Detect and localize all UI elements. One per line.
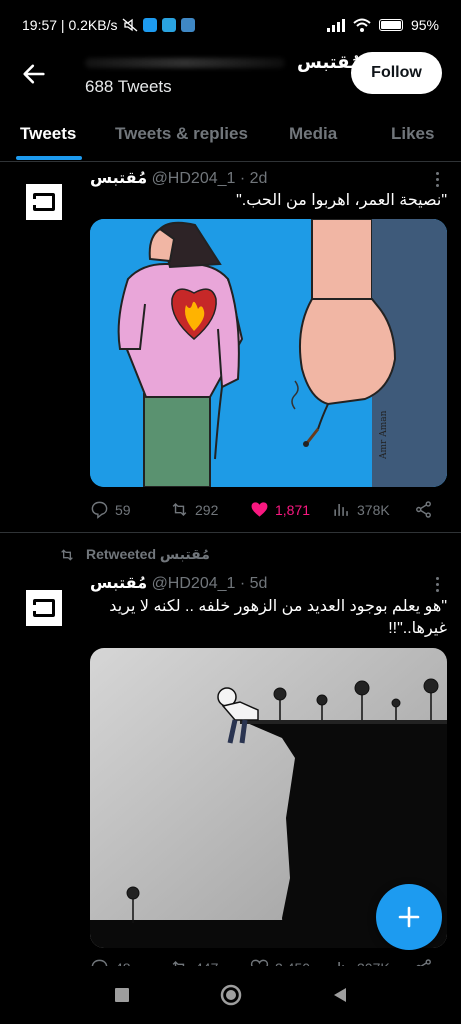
tab-tweets[interactable]: Tweets bbox=[20, 124, 76, 144]
tweet[interactable]: مُقتبس @HD204_1 · 2d "نصيحة العمر، اهربو… bbox=[0, 162, 461, 532]
views-count: 378K bbox=[357, 501, 390, 518]
tweet-author-name[interactable]: مُقتبس bbox=[90, 575, 147, 592]
avatar[interactable] bbox=[26, 184, 62, 220]
system-navigation-bar bbox=[0, 966, 461, 1024]
follow-button[interactable]: Follow bbox=[351, 52, 442, 94]
status-time-speed: 19:57 | 0.2KB/s bbox=[22, 17, 118, 33]
active-tab-indicator bbox=[16, 156, 82, 160]
retweeted-label[interactable]: Retweeted مُقتبس bbox=[86, 546, 210, 563]
tab-likes[interactable]: Likes bbox=[391, 124, 434, 144]
battery-level: 95% bbox=[410, 17, 439, 33]
tweet-image[interactable]: Amr Aman bbox=[90, 219, 447, 487]
app-notification-icon bbox=[181, 18, 196, 32]
profile-tabs: Tweets Tweets & replies Media Likes bbox=[0, 108, 461, 162]
tab-media[interactable]: Media bbox=[289, 124, 337, 144]
back-nav-icon[interactable] bbox=[332, 987, 348, 1003]
heart-filled-icon bbox=[251, 502, 268, 517]
reply-count: 59 bbox=[115, 501, 131, 518]
compose-tweet-button[interactable] bbox=[376, 884, 442, 950]
tweet-author-name[interactable]: مُقتبس bbox=[90, 170, 147, 187]
telegram-notification-icon bbox=[162, 18, 177, 32]
like-count: 1,871 bbox=[275, 501, 311, 518]
tweet-meta: مُقتبس @HD204_1 · 5d bbox=[90, 573, 267, 593]
tweet-actions: 59 292 1,871 378K bbox=[90, 500, 440, 519]
profile-header: مُقتبس 688 Tweets Follow bbox=[0, 50, 461, 108]
meta-separator: · bbox=[239, 575, 246, 592]
tweet-time: 5d bbox=[249, 575, 268, 592]
retweeted-indicator: Retweeted مُقتبس bbox=[58, 546, 210, 563]
views-icon bbox=[334, 503, 348, 516]
avatar[interactable] bbox=[26, 590, 62, 626]
image-signature: Amr Aman bbox=[379, 410, 389, 460]
signal-icon bbox=[326, 18, 345, 32]
status-bar: 19:57 | 0.2KB/s 95% bbox=[0, 0, 461, 50]
mute-icon bbox=[123, 18, 138, 32]
retweet-small-icon bbox=[61, 548, 73, 561]
share-button[interactable] bbox=[414, 500, 433, 519]
home-icon[interactable] bbox=[220, 984, 242, 1006]
tweet-handle: @HD204_1 bbox=[151, 170, 236, 187]
reply-icon bbox=[91, 501, 108, 519]
share-icon bbox=[416, 501, 431, 518]
tweet-handle: @HD204_1 bbox=[151, 575, 236, 592]
meta-separator: · bbox=[239, 170, 246, 187]
tab-tweets-replies[interactable]: Tweets & replies bbox=[115, 124, 248, 144]
more-options-icon[interactable] bbox=[435, 577, 439, 595]
like-button[interactable]: 1,871 bbox=[250, 500, 332, 519]
retweet-button[interactable]: 292 bbox=[170, 500, 250, 519]
retweet-icon bbox=[172, 502, 187, 517]
reply-button[interactable]: 59 bbox=[90, 500, 170, 519]
tweet-text: "نصيحة العمر، اهربوا من الحب." bbox=[236, 192, 447, 209]
twitter-notification-icon bbox=[143, 18, 158, 32]
tweet-text: "هو يعلم بوجود العديد من الزهور خلفه .. … bbox=[109, 598, 447, 637]
plus-icon bbox=[398, 906, 420, 928]
retweet-count: 292 bbox=[195, 501, 219, 518]
tweet-time: 2d bbox=[249, 170, 268, 187]
battery-icon bbox=[378, 19, 403, 31]
tweet-count: 688 Tweets bbox=[85, 77, 172, 96]
recents-icon[interactable] bbox=[114, 987, 130, 1003]
more-options-icon[interactable] bbox=[435, 172, 439, 190]
wifi-icon bbox=[353, 18, 371, 32]
back-arrow-icon[interactable] bbox=[20, 60, 48, 88]
blurred-text bbox=[85, 57, 285, 68]
tweet-meta: مُقتبس @HD204_1 · 2d bbox=[90, 168, 267, 188]
views-button[interactable]: 378K bbox=[332, 500, 414, 519]
illustration-broken-heart: Amr Aman bbox=[90, 219, 447, 487]
